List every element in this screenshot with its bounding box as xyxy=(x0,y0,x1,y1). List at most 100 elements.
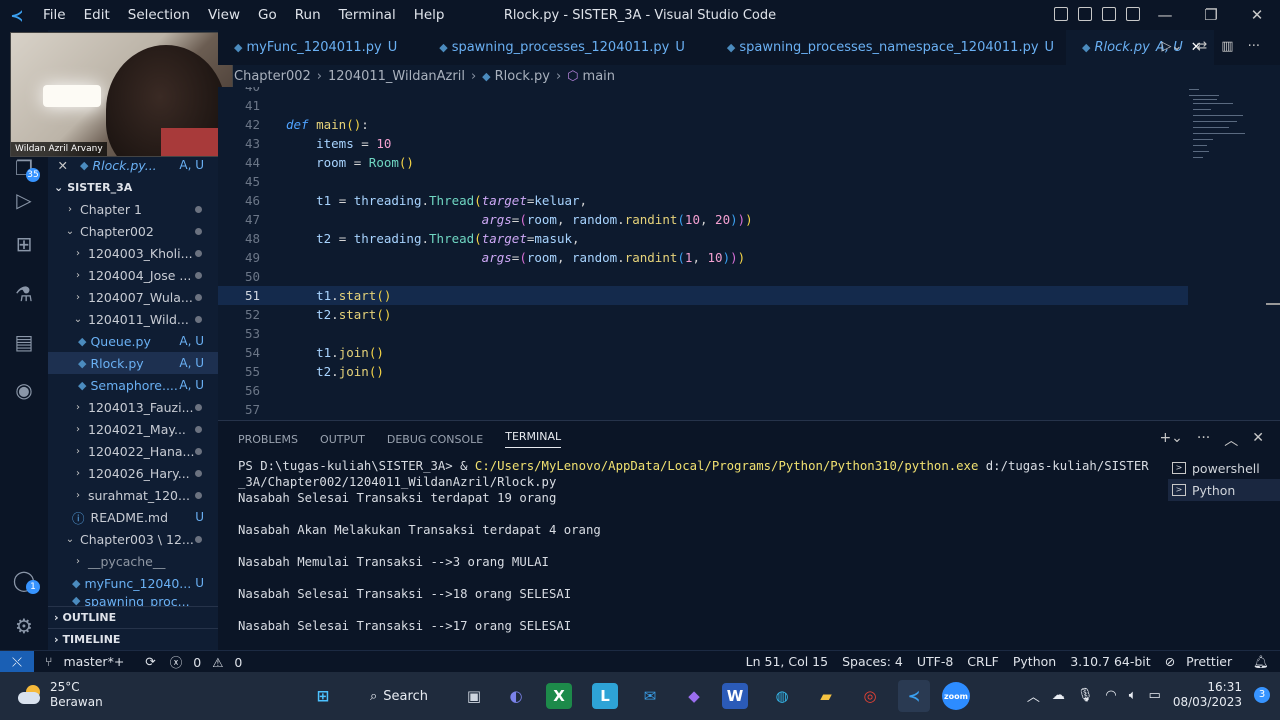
menu-terminal[interactable]: Terminal xyxy=(330,7,405,23)
toggle-panel-icon[interactable] xyxy=(1078,7,1092,21)
terminal-python[interactable]: > Python xyxy=(1168,479,1280,501)
code-editor[interactable]: 40 41 42def main(): 43 items = 10 44 roo… xyxy=(218,87,1280,420)
tab-terminal[interactable]: TERMINAL xyxy=(505,430,562,448)
taskbar-search-button[interactable]: ⌕ Search xyxy=(358,682,440,710)
restore-icon[interactable]: ❐ xyxy=(1188,0,1234,30)
breadcrumb-item[interactable]: 1204011_WildanAzril xyxy=(328,69,465,84)
zoom-icon[interactable]: zoom xyxy=(942,682,970,710)
close-icon[interactable]: ✕ xyxy=(1234,0,1280,30)
tree-chapter002[interactable]: ⌄ Chapter002 xyxy=(48,220,218,242)
remote-explorer-icon[interactable]: ▤ xyxy=(0,320,48,364)
weather-widget[interactable]: 25°C Berawan xyxy=(18,680,103,710)
notification-badge[interactable]: 3 xyxy=(1254,687,1270,703)
problems-indicator[interactable]: ⓧ 0 ⚠ 0 xyxy=(170,652,250,671)
testing-icon[interactable]: ⚗ xyxy=(0,272,48,316)
new-terminal-icon[interactable]: +⌄ xyxy=(1159,430,1182,450)
maximize-panel-icon[interactable]: ︿ xyxy=(1224,430,1238,450)
microphone-icon[interactable]: 🎙︎ xyxy=(1077,688,1094,703)
notifications-bell-icon[interactable]: 🔔︎ xyxy=(1253,654,1269,670)
onedrive-icon[interactable]: ☁ xyxy=(1052,688,1065,703)
split-editor-icon[interactable]: ▥ xyxy=(1221,39,1233,54)
python-interpreter[interactable]: 3.10.7 64-bit xyxy=(1070,654,1150,669)
tab-output[interactable]: OUTPUT xyxy=(320,433,365,446)
file-explorer-icon[interactable]: ▰ xyxy=(810,680,842,712)
more-actions-icon[interactable]: ··· xyxy=(1197,430,1210,450)
customize-layout-icon[interactable] xyxy=(1126,7,1140,21)
outline-section[interactable]: › OUTLINE xyxy=(48,606,218,628)
tab-spawning[interactable]: ◆ spawning_processes_1204011.py U xyxy=(409,30,697,65)
python-icon[interactable]: ◉ xyxy=(0,368,48,412)
tree-1204021[interactable]: › 1204021_May... xyxy=(48,418,218,440)
timeline-section[interactable]: › TIMELINE xyxy=(48,628,218,650)
menu-help[interactable]: Help xyxy=(405,7,454,23)
tree-1204013[interactable]: › 1204013_Fauzi... xyxy=(48,396,218,418)
cursor-position[interactable]: Ln 51, Col 15 xyxy=(746,654,828,669)
windows-start-icon[interactable]: ⊞ xyxy=(307,680,339,712)
tree-chapter1[interactable]: › Chapter 1 xyxy=(48,198,218,220)
menu-file[interactable]: File xyxy=(34,7,75,23)
excel-icon[interactable]: X xyxy=(546,683,572,709)
tree-rlock-py[interactable]: ◆ Rlock.py A, U xyxy=(48,352,218,374)
more-actions-icon[interactable]: ··· xyxy=(1248,39,1260,54)
battery-icon[interactable]: ▭ xyxy=(1149,688,1161,703)
menu-selection[interactable]: Selection xyxy=(119,7,199,23)
tab-debug-console[interactable]: DEBUG CONSOLE xyxy=(387,433,483,446)
tree-pycache[interactable]: › __pycache__ xyxy=(48,550,218,572)
task-view-icon[interactable]: ▣ xyxy=(458,680,490,712)
tree-1204007[interactable]: › 1204007_Wula... xyxy=(48,286,218,308)
breadcrumb-item[interactable]: main xyxy=(583,69,615,84)
terminal-powershell[interactable]: > powershell xyxy=(1168,457,1280,479)
tray-overflow-icon[interactable]: ︿ xyxy=(1027,686,1040,705)
extensions-icon[interactable]: ⊞ xyxy=(0,222,48,266)
word-icon[interactable]: W xyxy=(722,683,748,709)
run-debug-icon[interactable]: ▷ xyxy=(0,178,48,222)
tree-queue-py[interactable]: ◆ Queue.py A, U xyxy=(48,330,218,352)
compare-changes-icon[interactable]: ⇄ xyxy=(1196,39,1207,54)
learn-app-icon[interactable]: L xyxy=(592,683,618,709)
menu-run[interactable]: Run xyxy=(286,7,330,23)
tree-myfunc[interactable]: ◆ myFunc_12040... U xyxy=(48,572,218,594)
branch-indicator[interactable]: ⑂ master*+ xyxy=(45,654,131,669)
close-editor-icon[interactable]: ✕ xyxy=(48,158,68,173)
teams-chat-icon[interactable]: ◐ xyxy=(500,680,532,712)
sync-icon[interactable]: ⟳ xyxy=(145,654,155,669)
menu-edit[interactable]: Edit xyxy=(75,7,119,23)
settings-gear-icon[interactable]: ⚙ xyxy=(0,604,48,648)
breadcrumb-item[interactable]: Chapter002 xyxy=(234,69,311,84)
language-mode[interactable]: Python xyxy=(1013,654,1056,669)
chrome-icon[interactable]: ◎ xyxy=(854,680,886,712)
terminal-output[interactable]: PS D:\tugas-kuliah\SISTER_3A> & C:/Users… xyxy=(238,457,1158,647)
remote-icon[interactable]: ⤬ xyxy=(0,650,34,673)
tree-semaphore-py[interactable]: ◆ Semaphore.... A, U xyxy=(48,374,218,396)
toggle-sidebar-icon[interactable] xyxy=(1054,7,1068,21)
minimize-icon[interactable]: — xyxy=(1142,0,1188,30)
tree-chapter003[interactable]: ⌄ Chapter003 \ 12... xyxy=(48,528,218,550)
tree-1204026[interactable]: › 1204026_Hary... xyxy=(48,462,218,484)
mail-icon[interactable]: ✉ xyxy=(634,680,666,712)
accounts-icon[interactable]: ◯ 1 xyxy=(0,558,48,602)
encoding[interactable]: UTF-8 xyxy=(917,654,953,669)
breadcrumb-item[interactable]: Rlock.py xyxy=(495,69,550,84)
wifi-icon[interactable]: ◠ xyxy=(1105,688,1116,703)
menu-view[interactable]: View xyxy=(199,7,249,23)
tree-1204011[interactable]: ⌄ 1204011_Wild... xyxy=(48,308,218,330)
vscode-taskbar-icon[interactable]: ≺ xyxy=(898,680,930,712)
tab-myfunc[interactable]: ◆ myFunc_1204011.py U xyxy=(218,30,409,65)
volume-icon[interactable]: 🔈︎ xyxy=(1129,688,1137,703)
end-of-line[interactable]: CRLF xyxy=(967,654,999,669)
edge-icon[interactable]: ◍ xyxy=(766,680,798,712)
prettier-indicator[interactable]: ⊘ Prettier xyxy=(1165,654,1239,669)
tree-spawning[interactable]: ◆ spawning_proc... xyxy=(48,594,218,606)
tree-surahmat[interactable]: › surahmat_120... xyxy=(48,484,218,506)
tree-1204022[interactable]: › 1204022_Hana... xyxy=(48,440,218,462)
tree-1204003[interactable]: › 1204003_Kholi... xyxy=(48,242,218,264)
minimap[interactable] xyxy=(1185,87,1280,420)
tab-problems[interactable]: PROBLEMS xyxy=(238,433,298,446)
tree-1204004[interactable]: › 1204004_Jose ... xyxy=(48,264,218,286)
menu-go[interactable]: Go xyxy=(249,7,286,23)
tree-readme[interactable]: ⓘ README.md U xyxy=(48,506,218,528)
explorer-root[interactable]: ⌄ SISTER_3A xyxy=(48,176,218,198)
run-file-icon[interactable]: ▷⌄ xyxy=(1162,39,1183,54)
indentation[interactable]: Spaces: 4 xyxy=(842,654,903,669)
copilot-icon[interactable]: ◆ xyxy=(678,680,710,712)
